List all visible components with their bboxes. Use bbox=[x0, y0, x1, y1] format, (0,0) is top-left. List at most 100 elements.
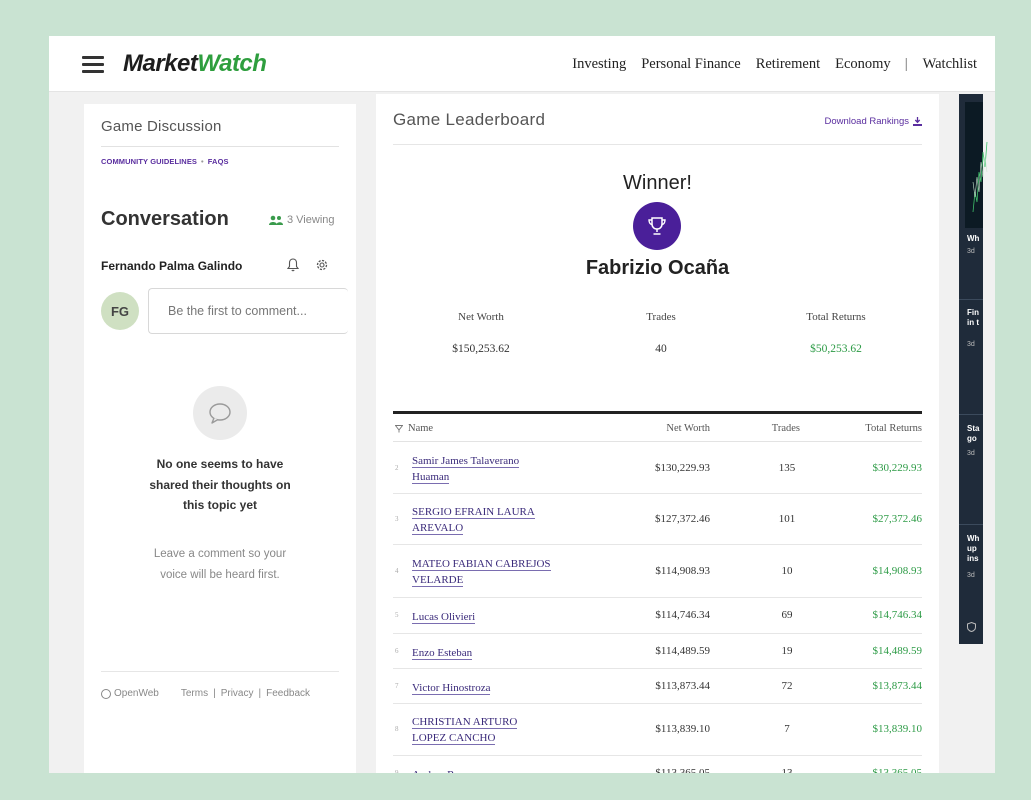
ad-sub-2: 3d bbox=[967, 341, 975, 348]
faqs-link[interactable]: FAQS bbox=[208, 157, 229, 166]
row-net-worth: $113,873.44 bbox=[655, 679, 710, 692]
row-trades: 101 bbox=[778, 512, 796, 525]
comment-input[interactable]: Be the first to comment... bbox=[148, 288, 348, 334]
row-rank: 6 bbox=[395, 646, 399, 655]
trades-label: Trades bbox=[646, 311, 676, 323]
terms-link[interactable]: Terms bbox=[181, 688, 208, 699]
ad-title-3[interactable]: Sta go bbox=[967, 424, 981, 444]
ad-sub-1: 3d bbox=[967, 248, 975, 255]
row-trades: 69 bbox=[781, 609, 793, 621]
link-separator: • bbox=[201, 157, 204, 166]
player-name-link[interactable]: CHRISTIAN ARTURO LOPEZ CANCHO bbox=[412, 714, 552, 746]
ad-divider bbox=[959, 414, 983, 415]
privacy-link[interactable]: Privacy bbox=[221, 688, 254, 699]
row-net-worth: $114,489.59 bbox=[655, 644, 710, 657]
trades-value: 40 bbox=[655, 343, 667, 355]
row-rank: 2 bbox=[395, 463, 399, 472]
total-returns-value: $50,253.62 bbox=[810, 343, 862, 355]
player-name: Enzo Esteban bbox=[412, 646, 473, 660]
user-row: Fernando Palma Galindo bbox=[101, 258, 341, 273]
download-icon bbox=[913, 117, 922, 126]
nav-personal-finance[interactable]: Personal Finance bbox=[641, 56, 740, 73]
player-name: Andrea Reyes bbox=[412, 769, 475, 773]
filter-icon[interactable] bbox=[395, 425, 403, 433]
discussion-footer: OpenWeb Terms | Privacy | Feedback bbox=[101, 688, 341, 699]
viewing-label: 3 Viewing bbox=[287, 214, 335, 226]
ad-divider bbox=[959, 299, 983, 300]
nav-economy[interactable]: Economy bbox=[835, 56, 891, 73]
divider bbox=[393, 144, 922, 145]
gear-icon[interactable] bbox=[315, 258, 329, 272]
conversation-title: Conversation bbox=[101, 208, 229, 230]
leaderboard-row: 8 CHRISTIAN ARTURO LOPEZ CANCHO $113,839.1… bbox=[393, 704, 922, 756]
viewing-count: 3 Viewing bbox=[269, 214, 335, 226]
chart-thumbnail-icon bbox=[972, 141, 988, 213]
logo-market: Market bbox=[123, 50, 198, 77]
player-name: SERGIO EFRAIN LAURA AREVALO bbox=[412, 505, 535, 535]
bell-icon[interactable] bbox=[287, 258, 299, 272]
winner-name: Fabrizio Ocaña bbox=[585, 257, 730, 279]
ad-sub-4: 3d bbox=[967, 572, 975, 579]
row-total-returns: $13,839.10 bbox=[872, 723, 923, 735]
row-net-worth: $113,365.05 bbox=[655, 767, 710, 773]
discussion-links: COMMUNITY GUIDELINES • FAQS bbox=[101, 157, 229, 166]
table-top-border bbox=[393, 411, 922, 414]
divider bbox=[101, 146, 339, 147]
table-header: Name Net Worth Trades Total Returns bbox=[393, 420, 922, 442]
comment-bubble-icon bbox=[193, 386, 247, 440]
main-nav: Investing Personal Finance Retirement Ec… bbox=[557, 56, 977, 73]
row-trades: 135 bbox=[778, 461, 796, 474]
game-discussion-panel: Game Discussion COMMUNITY GUIDELINES • FAQ… bbox=[84, 104, 356, 773]
shield-icon[interactable] bbox=[967, 622, 976, 632]
download-rankings-label: Download Rankings bbox=[824, 116, 910, 127]
row-total-returns: $14,746.34 bbox=[872, 609, 923, 621]
feedback-link[interactable]: Feedback bbox=[266, 688, 310, 699]
users-icon bbox=[269, 215, 283, 225]
row-trades: 7 bbox=[784, 723, 790, 735]
empty-state-title: No one seems to have shared their though… bbox=[149, 457, 291, 512]
ad-title-4[interactable]: Wh up ins bbox=[967, 534, 981, 564]
menu-icon[interactable] bbox=[82, 56, 104, 73]
ad-sidebar: Wh 3d Fin in t 3d Sta go 3d Wh up ins 3d bbox=[959, 94, 988, 644]
column-trades[interactable]: Trades bbox=[772, 423, 800, 434]
site-header: MarketWatch Investing Personal Finance R… bbox=[49, 36, 995, 92]
player-name-link[interactable]: Andrea Reyes bbox=[412, 767, 552, 773]
nav-retirement[interactable]: Retirement bbox=[756, 56, 820, 73]
leaderboard-row: 2 Samir James Talaverano Huaman $130,229.9… bbox=[393, 443, 922, 494]
player-name-link[interactable]: SERGIO EFRAIN LAURA AREVALO bbox=[412, 504, 552, 536]
row-rank: 7 bbox=[395, 681, 399, 690]
player-name-link[interactable]: MATEO FABIAN CABREJOS VELARDE bbox=[412, 556, 552, 588]
row-total-returns: $13,365.05 bbox=[872, 767, 923, 773]
column-total-returns[interactable]: Total Returns bbox=[865, 423, 922, 434]
player-name-link[interactable]: Samir James Talaverano Huaman bbox=[412, 453, 552, 485]
player-name-link[interactable]: Victor Hinostroza bbox=[412, 680, 552, 696]
player-name-link[interactable]: Lucas Olivieri bbox=[412, 609, 552, 625]
leaderboard-row: 6 Enzo Esteban $114,489.59 19 $14,489.59 bbox=[393, 634, 922, 669]
marketwatch-logo[interactable]: MarketWatch bbox=[123, 50, 267, 78]
row-total-returns: $14,908.93 bbox=[872, 564, 923, 577]
row-net-worth: $127,372.46 bbox=[655, 512, 710, 525]
winner-label: Winner! bbox=[623, 172, 692, 194]
column-name[interactable]: Name bbox=[408, 423, 433, 434]
row-rank: 5 bbox=[395, 611, 399, 619]
nav-investing[interactable]: Investing bbox=[572, 56, 626, 73]
ad-title-2[interactable]: Fin in t bbox=[967, 308, 981, 328]
nav-separator: | bbox=[904, 56, 908, 72]
leaderboard-row: 5 Lucas Olivieri $114,746.34 69 $14,746.34 bbox=[393, 598, 922, 634]
ad-title-1[interactable]: Wh bbox=[967, 234, 979, 244]
footer-divider bbox=[101, 671, 339, 672]
net-worth-label: Net Worth bbox=[458, 311, 504, 323]
row-net-worth: $113,839.10 bbox=[655, 723, 710, 735]
player-name-link[interactable]: Enzo Esteban bbox=[412, 645, 552, 661]
logo-watch: Watch bbox=[197, 50, 267, 77]
community-guidelines-link[interactable]: COMMUNITY GUIDELINES bbox=[101, 157, 197, 166]
download-rankings-link[interactable]: Download Rankings bbox=[824, 116, 922, 127]
avatar: FG bbox=[101, 292, 139, 330]
openweb-brand[interactable]: OpenWeb bbox=[101, 688, 159, 699]
player-name: CHRISTIAN ARTURO LOPEZ CANCHO bbox=[412, 716, 518, 745]
empty-state-subtitle: Leave a comment so your voice will be he… bbox=[153, 548, 287, 581]
column-net-worth[interactable]: Net Worth bbox=[666, 423, 710, 434]
user-name[interactable]: Fernando Palma Galindo bbox=[101, 259, 242, 273]
ad-chart-thumbnail[interactable] bbox=[965, 102, 988, 228]
nav-watchlist[interactable]: Watchlist bbox=[923, 56, 977, 73]
